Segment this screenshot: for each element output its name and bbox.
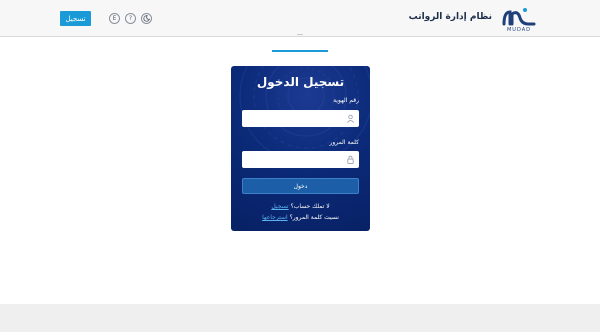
page-footer — [0, 304, 600, 332]
mudad-logo[interactable]: MUDAD — [500, 6, 538, 33]
login-title: تسجيل الدخول — [256, 75, 345, 89]
logo-wordmark: MUDAD — [506, 27, 531, 33]
lock-icon — [347, 155, 354, 164]
login-submit-button[interactable]: دخول — [242, 178, 359, 194]
password-label: كلمة المرور — [329, 139, 359, 146]
user-icon — [346, 114, 355, 123]
logo-mark: MUDAD — [500, 6, 538, 33]
no-account-line: لا تملك حساب؟ تسجيل — [231, 203, 370, 210]
recover-password-link[interactable]: استرجاعها — [262, 214, 288, 221]
id-number-label: رقم الهوية — [333, 97, 359, 104]
password-input[interactable] — [242, 151, 359, 168]
forgot-password-line: نسيت كلمة المرور؟ استرجاعها — [231, 214, 370, 221]
login-card: تسجيل الدخول رقم الهوية كلمة المرور دخول… — [231, 66, 370, 231]
active-tab-indicator — [272, 50, 328, 52]
theme-toggle-icon[interactable] — [141, 13, 152, 24]
tab-label[interactable]: ... — [274, 30, 326, 37]
signup-link[interactable]: تسجيل — [271, 203, 288, 210]
signup-button[interactable]: تسجيل — [60, 11, 91, 26]
app-title: نظام إدارة الرواتب — [408, 12, 492, 22]
id-number-input[interactable] — [242, 110, 359, 127]
no-account-text: لا تملك حساب؟ — [290, 203, 330, 210]
forgot-password-text: نسيت كلمة المرور؟ — [289, 214, 339, 221]
language-icon[interactable]: E — [109, 13, 120, 24]
help-icon[interactable]: ? — [125, 13, 136, 24]
